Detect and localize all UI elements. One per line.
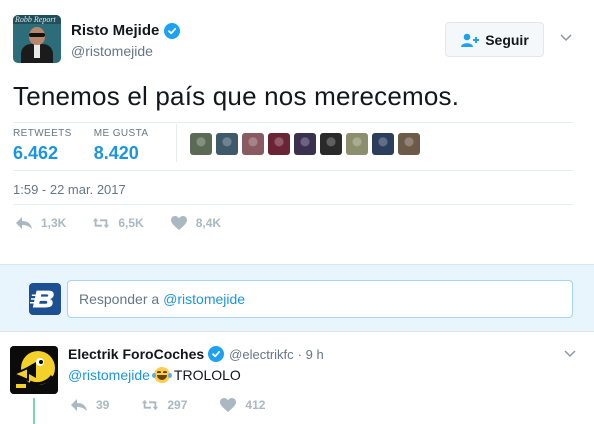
reply-input[interactable]: Responder a @ristomejide <box>67 280 573 318</box>
tweet-card: Robb Report Risto Mejide @ristomejide Se… <box>0 0 594 264</box>
verified-badge-icon <box>208 346 225 362</box>
retweet-action[interactable]: 6,5K <box>92 215 144 231</box>
liker-avatars <box>190 133 420 155</box>
retweet-action[interactable]: 297 <box>141 397 187 413</box>
tweet-stats: RETWEETS 6.462 ME GUSTA 8.420 <box>13 128 170 164</box>
retweet-count: 6,5K <box>118 216 144 230</box>
author-avatar[interactable]: Robb Report <box>13 15 61 63</box>
reply-tweet-actions: 39 297 412 <box>70 397 297 413</box>
reply-count: 1,3K <box>41 216 67 230</box>
add-user-icon <box>461 33 480 47</box>
reply-prefix: Responder a <box>79 291 160 307</box>
author-display-name[interactable]: Risto Mejide <box>71 22 159 39</box>
likes-stat[interactable]: ME GUSTA 8.420 <box>94 128 149 164</box>
liker-avatar[interactable] <box>372 133 394 155</box>
retweet-count: 297 <box>167 398 188 412</box>
follow-button[interactable]: Seguir <box>445 22 544 57</box>
reply-tweet-mention[interactable]: @ristomejide <box>68 367 150 383</box>
tweet-text: Tenemos el país que nos merecemos. <box>13 81 460 111</box>
liker-avatar[interactable] <box>216 133 238 155</box>
magazine-masthead: Robb Report <box>13 15 61 24</box>
like-action[interactable]: 412 <box>219 397 265 413</box>
retweet-icon <box>142 400 159 410</box>
reply-tweet[interactable]: Electrik ForoCoches @electrikfc · 9 h @r… <box>0 332 594 424</box>
chevron-down-icon[interactable] <box>559 30 573 44</box>
tears-of-joy-emoji-icon <box>151 367 172 383</box>
divider <box>13 204 573 205</box>
reply-tweet-body: TROLOLO <box>173 367 241 383</box>
reply-tweet-text: @ristomejide TROLOLO <box>68 367 241 383</box>
retweets-stat[interactable]: RETWEETS 6.462 <box>13 128 72 164</box>
tweet-actions: 1,3K 6,5K 8,4K <box>15 215 247 231</box>
retweets-label: RETWEETS <box>13 128 72 139</box>
thread-line <box>33 398 35 424</box>
tweet-timestamp[interactable]: 1:59 - 22 mar. 2017 <box>13 182 126 197</box>
liker-avatar[interactable] <box>346 133 368 155</box>
reply-icon <box>16 217 32 229</box>
like-count: 8,4K <box>195 216 222 230</box>
reply-action[interactable]: 1,3K <box>15 215 66 231</box>
chevron-down-icon[interactable] <box>563 346 577 360</box>
pixel-duck-icon <box>10 346 58 394</box>
liker-avatar[interactable] <box>268 133 290 155</box>
stats-separator <box>176 124 177 162</box>
reply-tweet-header: Electrik ForoCoches @electrikfc · 9 h <box>68 346 324 362</box>
like-count: 412 <box>245 398 266 412</box>
likes-count: 8.420 <box>93 143 139 163</box>
liker-avatar[interactable] <box>294 133 316 155</box>
likes-label: ME GUSTA <box>93 128 149 139</box>
verified-badge-icon <box>164 22 181 39</box>
retweet-icon <box>93 218 110 228</box>
author-info: Risto Mejide @ristomejide <box>71 22 181 59</box>
follow-button-label: Seguir <box>485 31 529 48</box>
author-handle[interactable]: @ristomejide <box>71 43 180 59</box>
reply-composer: Responder a @ristomejide <box>0 264 594 332</box>
divider <box>13 122 573 123</box>
reply-mention: @ristomejide <box>163 291 246 307</box>
bold-b-logo-avatar[interactable] <box>29 283 61 315</box>
liker-avatar[interactable] <box>398 133 420 155</box>
author-name-row[interactable]: Risto Mejide <box>71 22 181 39</box>
bold-b-icon <box>30 290 54 308</box>
reply-author-name[interactable]: Electrik ForoCoches <box>68 346 204 362</box>
liker-avatar[interactable] <box>190 133 212 155</box>
reply-time[interactable]: · 9 h <box>298 347 324 362</box>
reply-icon <box>71 399 87 411</box>
heart-icon <box>220 398 237 412</box>
like-action[interactable]: 8,4K <box>170 215 221 231</box>
reply-author-handle[interactable]: @electrikfc <box>229 347 294 362</box>
liker-avatar[interactable] <box>320 133 342 155</box>
pixel-duck-avatar[interactable] <box>10 346 58 394</box>
liker-avatar[interactable] <box>242 133 264 155</box>
divider <box>13 170 573 171</box>
retweets-count: 6.462 <box>13 143 59 163</box>
reply-action[interactable]: 39 <box>70 397 109 413</box>
heart-icon <box>170 216 187 230</box>
reply-count: 39 <box>96 398 110 412</box>
